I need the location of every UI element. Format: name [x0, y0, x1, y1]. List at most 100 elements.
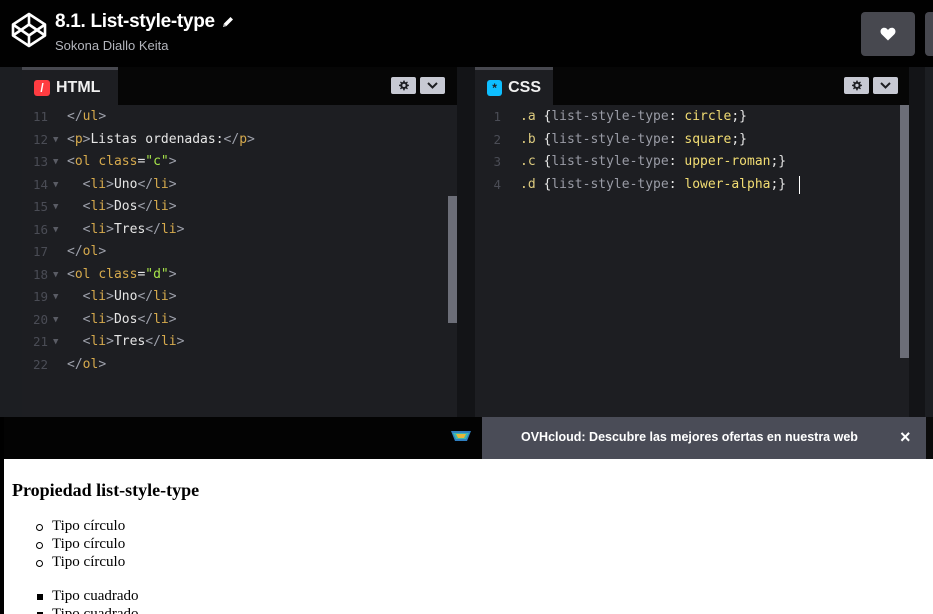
code-line[interactable]: 13 ▼ <ol class="c">	[22, 151, 457, 173]
pane-resizer[interactable]	[457, 67, 475, 417]
code-token: <	[67, 131, 75, 147]
love-button[interactable]	[861, 12, 915, 56]
fold-arrow-icon[interactable]: ▼	[53, 264, 58, 286]
list-item: Tipo círculo	[52, 554, 126, 570]
fold-arrow-icon[interactable]: ▼	[53, 309, 58, 331]
code-text: .d {list-style-type: lower-alpha;}	[520, 174, 786, 196]
code-token: </	[145, 221, 161, 237]
css-code-editor[interactable]: 1 .a {list-style-type: circle;} 2 .b {list-…	[475, 105, 909, 417]
code-text: </ul>	[67, 106, 106, 128]
fold-arrow-icon[interactable]: ▼	[53, 196, 58, 218]
pen-author[interactable]: Sokona Diallo Keita	[55, 38, 235, 53]
ovhcloud-logo-icon[interactable]	[450, 429, 472, 443]
ad-text[interactable]: OVHcloud: Descubre las mejores ofertas e…	[521, 430, 858, 444]
code-token: >	[106, 221, 114, 237]
code-token: ol	[82, 356, 99, 372]
fold-arrow-icon[interactable]: ▼	[53, 331, 58, 353]
code-token: .b	[520, 131, 536, 147]
html-scrollbar[interactable]	[448, 196, 457, 323]
code-token: upper-roman	[684, 154, 771, 169]
code-token: list-style-type	[551, 176, 669, 192]
code-token: {	[535, 154, 552, 169]
chevron-down-icon	[427, 82, 438, 89]
fold-arrow-icon[interactable]: ▼	[53, 151, 58, 173]
code-line[interactable]: 19 ▼ <li>Uno</li>	[22, 286, 457, 308]
code-token: </	[67, 356, 83, 372]
pane-resizer-right[interactable]	[909, 67, 925, 417]
code-token: <	[67, 266, 75, 282]
line-number: 2	[493, 131, 501, 147]
code-token: p	[239, 131, 248, 147]
header-extra-button[interactable]	[925, 12, 933, 56]
css-settings-button[interactable]	[844, 77, 869, 94]
line-number: 14	[32, 176, 48, 192]
ad-banner[interactable]: OVHcloud: Descubre las mejores ofertas e…	[482, 417, 926, 459]
pen-title[interactable]: 8.1. List-style-type	[55, 11, 215, 33]
line-number: 11	[32, 109, 48, 124]
code-token: li	[90, 311, 107, 327]
code-token: {	[535, 109, 552, 124]
code-token: Tres	[113, 334, 146, 349]
fold-arrow-icon[interactable]: ▼	[53, 129, 58, 151]
fold-arrow-icon[interactable]: ▼	[53, 286, 58, 308]
code-token: </	[67, 109, 83, 124]
list-item: Tipo cuadrado	[52, 588, 139, 604]
code-line[interactable]: 17 </ol>	[22, 241, 457, 263]
code-line[interactable]: 22 </ol>	[22, 354, 457, 376]
code-line[interactable]: 12 ▼ <p>Listas ordenadas:</p>	[22, 129, 457, 151]
code-token: li	[90, 289, 107, 304]
ad-close-button[interactable]: ×	[900, 427, 911, 447]
code-token: <	[67, 154, 75, 169]
code-line[interactable]: 2 .b {list-style-type: square;}	[475, 129, 909, 151]
code-token: </	[67, 244, 83, 259]
code-line[interactable]: 11 </ul>	[22, 106, 457, 128]
code-token: li	[153, 199, 169, 214]
code-token: Tres	[113, 221, 146, 237]
code-token: list-style-type	[551, 154, 669, 169]
code-line[interactable]: 3 .c {list-style-type: upper-roman;}	[475, 151, 909, 173]
code-token: .a	[520, 109, 536, 124]
code-token: li	[90, 334, 107, 349]
code-token: </	[145, 334, 161, 349]
code-token: >	[106, 311, 114, 327]
code-line[interactable]: 15 ▼ <li>Dos</li>	[22, 196, 457, 218]
code-line[interactable]: 4 .d {list-style-type: lower-alpha;}	[475, 174, 909, 196]
code-text: <ol class="c">	[67, 151, 177, 173]
tab-html[interactable]: / HTML	[22, 67, 118, 105]
tab-html-label: HTML	[56, 78, 101, 96]
code-line[interactable]: 16 ▼ <li>Tres</li>	[22, 219, 457, 241]
text-cursor	[799, 175, 800, 194]
line-number: 13	[32, 154, 48, 169]
result-preview: Propiedad list-style-type Tipo círculo Ti…	[4, 459, 933, 614]
pencil-icon[interactable]	[221, 15, 235, 29]
html-collapse-button[interactable]	[420, 77, 445, 94]
html-pane-bar: / HTML	[22, 67, 457, 105]
chevron-down-icon	[880, 82, 891, 89]
code-token: Uno	[113, 176, 138, 192]
code-token: li	[90, 176, 107, 192]
code-line[interactable]: 18 ▼ <ol class="d">	[22, 264, 457, 286]
list-item: Tipo círculo	[52, 536, 126, 552]
html-settings-button[interactable]	[391, 77, 416, 94]
preview-heading: Propiedad list-style-type	[12, 480, 200, 500]
code-token: "d"	[145, 266, 169, 282]
code-token: :	[668, 154, 685, 169]
code-line[interactable]: 21 ▼ <li>Tres</li>	[22, 331, 457, 353]
code-line[interactable]: 1 .a {list-style-type: circle;}	[475, 106, 909, 128]
codepen-logo-icon[interactable]	[11, 12, 47, 48]
html-code-editor[interactable]: 11 </ul> 12 ▼ <p>Listas ordenadas:</p> 13 ▼ <ol…	[22, 105, 457, 417]
css-scrollbar[interactable]	[900, 105, 909, 358]
fold-arrow-icon[interactable]: ▼	[53, 219, 58, 241]
tab-css-label: CSS	[508, 78, 541, 96]
code-token: :	[668, 131, 685, 147]
code-line[interactable]: 14 ▼ <li>Uno</li>	[22, 174, 457, 196]
gear-icon	[852, 80, 862, 91]
code-line[interactable]: 20 ▼ <li>Dos</li>	[22, 309, 457, 331]
tab-css[interactable]: * CSS	[475, 67, 553, 105]
fold-arrow-icon[interactable]: ▼	[53, 174, 58, 196]
css-collapse-button[interactable]	[873, 77, 898, 94]
